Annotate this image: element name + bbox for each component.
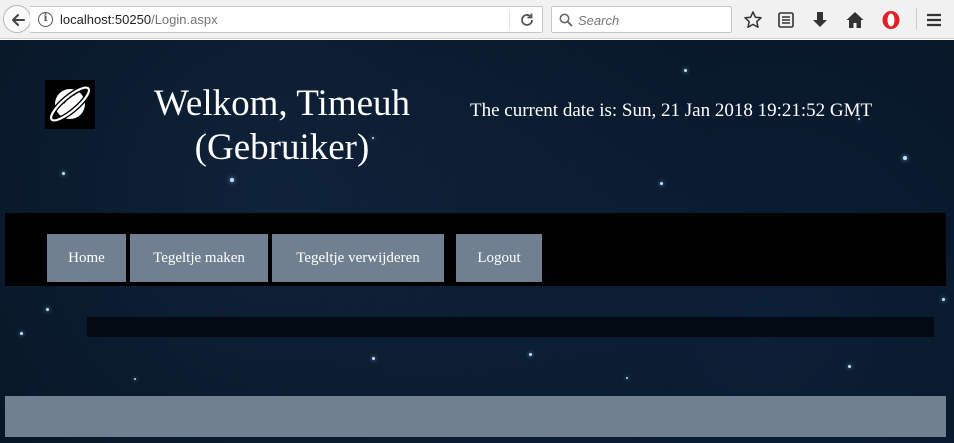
search-icon (559, 13, 573, 27)
star (848, 365, 851, 368)
nav-tegeltje-maken-button[interactable]: Tegeltje maken (130, 234, 268, 282)
star (134, 378, 136, 380)
browser-toolbar: i localhost:50250/Login.aspx Search (0, 0, 954, 39)
url-text[interactable]: localhost:50250/Login.aspx (60, 12, 218, 27)
star (942, 298, 945, 301)
navigation-bar: Home Tegeltje maken Tegeltje verwijderen… (5, 213, 946, 286)
planet-icon (48, 85, 92, 123)
current-date: The current date is: Sun, 21 Jan 2018 19… (470, 100, 873, 121)
title-line-1: Welkom, Timeuh (153, 83, 411, 124)
star (230, 178, 234, 182)
page-title: Welkom, Timeuh (Gebruiker) (132, 82, 432, 170)
star (903, 156, 907, 160)
star (626, 377, 628, 379)
nav-logout-button[interactable]: Logout (456, 234, 542, 282)
nav-tegeltje-verwijderen-button[interactable]: Tegeltje verwijderen (272, 234, 444, 282)
star (684, 69, 687, 72)
search-bar[interactable]: Search (551, 6, 732, 33)
page-background: Welkom, Timeuh (Gebruiker) The current d… (0, 40, 954, 443)
menu-icon[interactable] (924, 10, 944, 30)
address-bar[interactable]: i localhost:50250/Login.aspx (30, 6, 543, 33)
star (372, 357, 375, 360)
url-host: localhost:50250 (60, 12, 152, 27)
url-path: /Login.aspx (151, 12, 218, 27)
star (62, 172, 65, 175)
title-line-2: (Gebruiker) (194, 127, 370, 168)
footer (5, 396, 946, 437)
nav-home-button[interactable]: Home (47, 234, 126, 282)
star (529, 353, 532, 356)
opera-icon[interactable] (881, 10, 901, 30)
star (20, 332, 23, 335)
reading-list-icon[interactable] (776, 10, 796, 30)
star (660, 182, 663, 185)
info-icon[interactable]: i (38, 12, 53, 27)
star (46, 308, 49, 311)
toolbar-separator (916, 8, 917, 30)
site-logo (45, 80, 95, 129)
content-panel (87, 317, 934, 337)
reload-icon[interactable] (518, 11, 536, 29)
search-placeholder: Search (578, 13, 620, 28)
back-button[interactable] (3, 5, 31, 33)
home-icon[interactable] (845, 10, 865, 30)
arrow-left-icon (12, 14, 25, 26)
url-separator (509, 11, 510, 29)
download-icon[interactable] (810, 10, 830, 30)
bookmark-star-icon[interactable] (743, 10, 763, 30)
